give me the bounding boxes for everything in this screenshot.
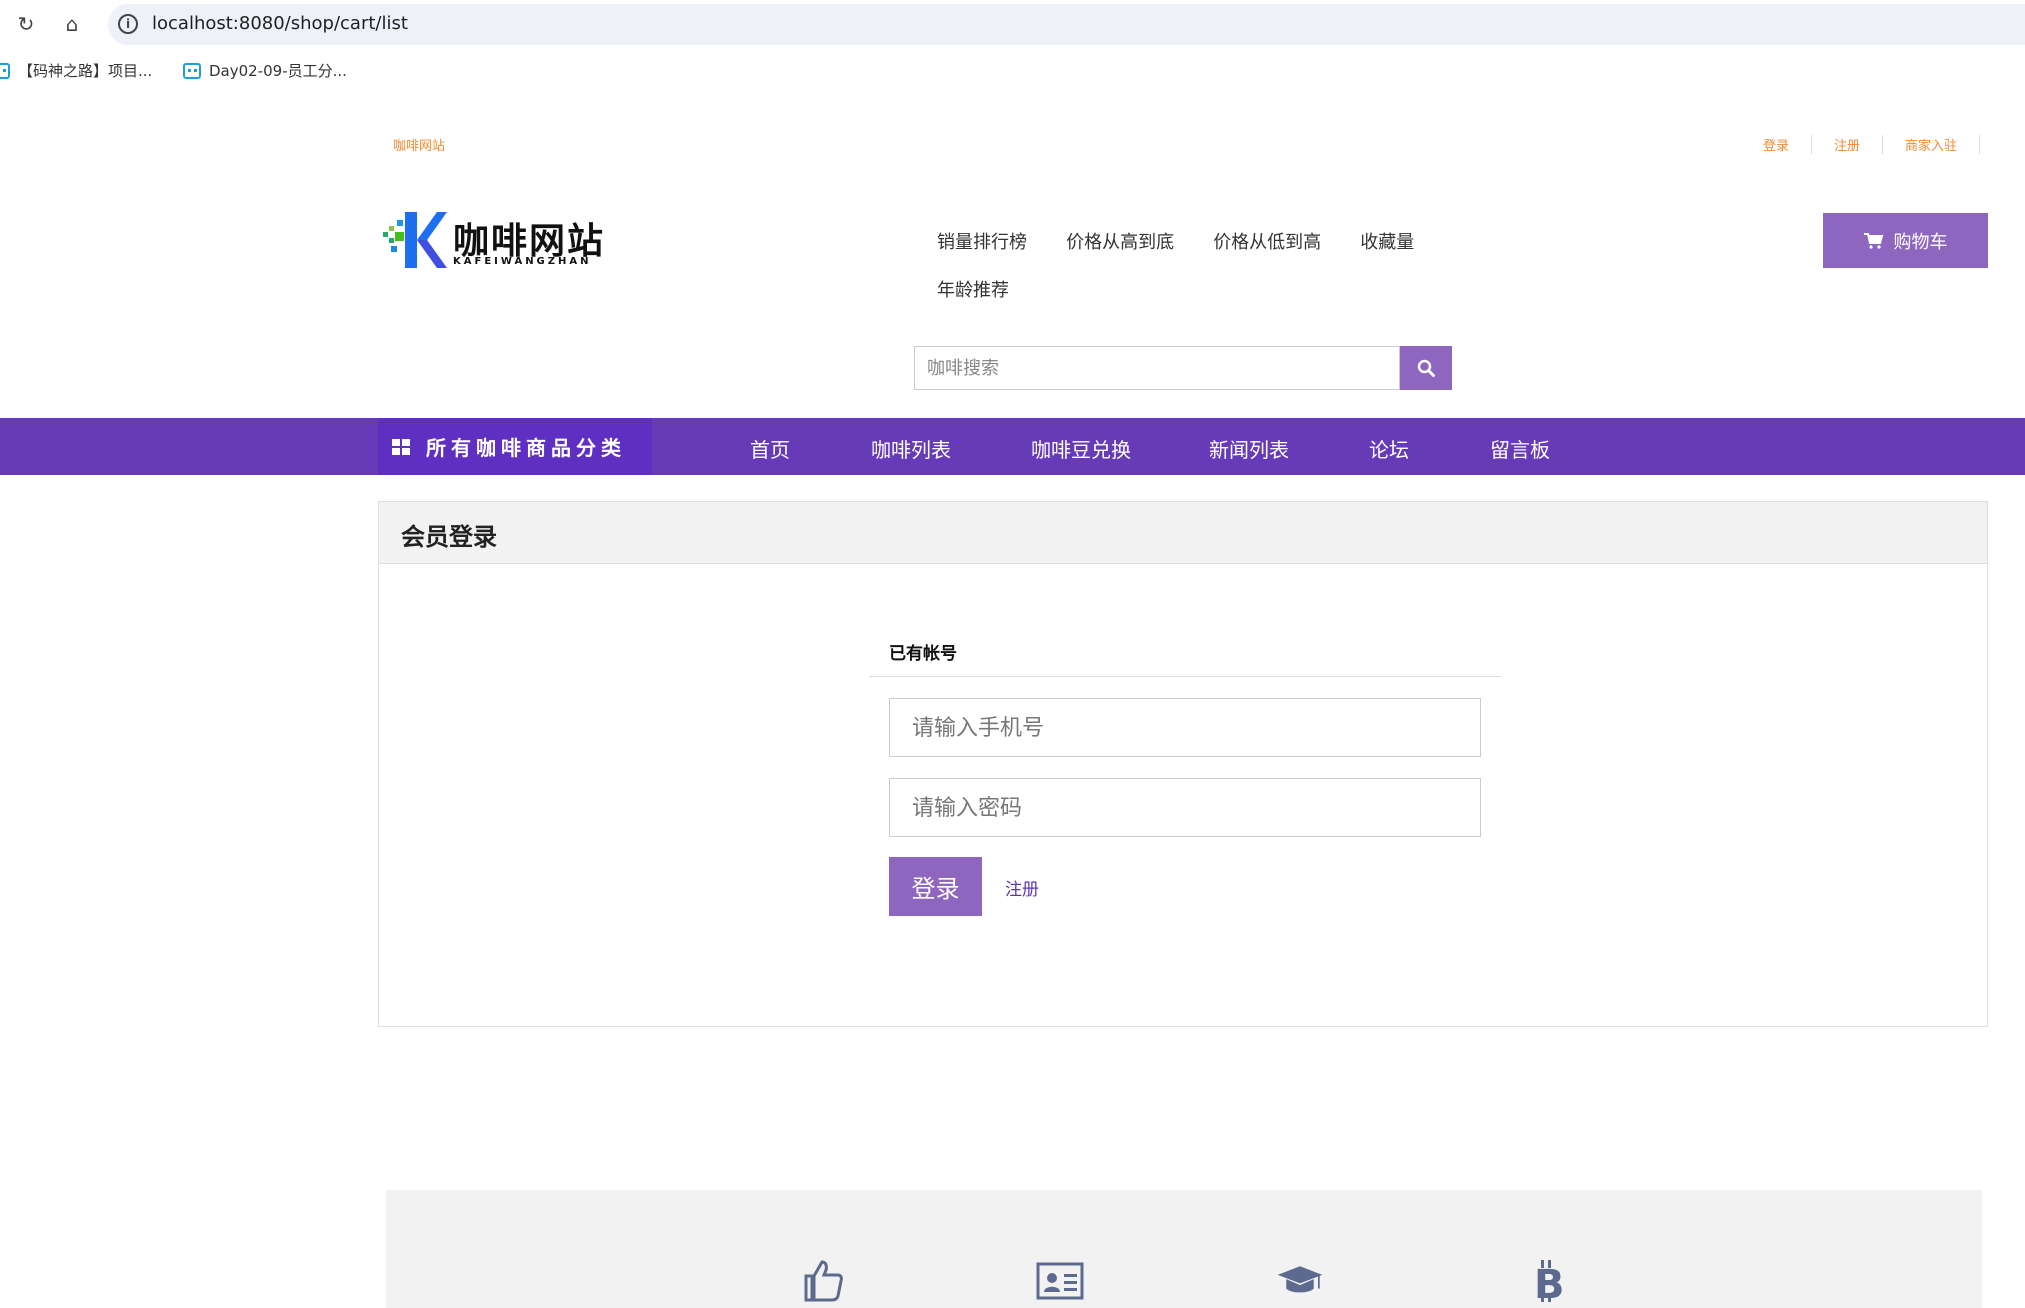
all-categories-button[interactable]: 所有咖啡商品分类	[378, 418, 652, 475]
main-nav: 所有咖啡商品分类 首页 咖啡列表 咖啡豆兑换 新闻列表 论坛 留言板	[0, 418, 2025, 475]
sort-price-asc[interactable]: 价格从低到高	[1213, 228, 1321, 254]
top-register-link[interactable]: 注册	[1812, 135, 1883, 154]
bookmark-label: Day02-09-员工分...	[209, 62, 347, 80]
search-box	[914, 346, 1452, 390]
cart-label: 购物车	[1893, 231, 1948, 253]
top-login-link[interactable]: 登录	[1741, 135, 1812, 154]
cart-button[interactable]: 购物车	[1823, 213, 1988, 268]
search-icon	[1417, 359, 1435, 377]
address-bar[interactable]: i localhost:8080/shop/cart/list	[108, 4, 2025, 45]
reload-icon[interactable]: ↻	[12, 10, 40, 38]
login-subheading: 已有帐号	[889, 644, 957, 664]
register-link[interactable]: 注册	[1005, 875, 1039, 900]
footer: B	[386, 1190, 1982, 1308]
bookmarks-bar: 【码神之路】项目... Day02-09-员工分...	[0, 56, 2025, 88]
panel-heading: 会员登录	[379, 502, 1987, 564]
logo-subtitle: KAFEIWANGZHAN	[453, 256, 592, 267]
nav-home[interactable]: 首页	[750, 434, 790, 463]
nav-message-board[interactable]: 留言板	[1490, 434, 1550, 463]
top-links: 登录 注册 商家入驻	[1741, 135, 1980, 154]
sort-by-sales[interactable]: 销量排行榜	[937, 228, 1027, 254]
login-button[interactable]: 登录	[889, 857, 982, 916]
search-button[interactable]	[1400, 346, 1452, 390]
login-panel: 会员登录 已有帐号 登录 注册	[378, 501, 1988, 1027]
sort-by-age[interactable]: 年龄推荐	[937, 276, 1009, 302]
bilibili-icon	[0, 62, 10, 79]
bitcoin-icon: B	[1534, 1260, 1565, 1302]
cart-icon	[1863, 232, 1883, 249]
id-card-icon	[1036, 1262, 1084, 1300]
bookmark-item[interactable]: 【码神之路】项目...	[0, 60, 152, 81]
sort-by-favorites[interactable]: 收藏量	[1360, 228, 1414, 254]
info-icon[interactable]: i	[118, 14, 138, 34]
divider	[869, 676, 1501, 677]
bookmark-item[interactable]: Day02-09-员工分...	[183, 60, 347, 81]
site-logo[interactable]: 咖啡网站 KAFEIWANGZHAN	[383, 210, 613, 272]
browser-toolbar: ↻ ⌂ i localhost:8080/shop/cart/list	[0, 0, 2025, 48]
url-text[interactable]: localhost:8080/shop/cart/list	[152, 13, 408, 34]
top-site-name[interactable]: 咖啡网站	[393, 135, 445, 154]
grid-icon	[392, 438, 410, 455]
top-merchant-link[interactable]: 商家入驻	[1883, 135, 1980, 154]
nav-coffee-list[interactable]: 咖啡列表	[871, 434, 951, 463]
nav-bean-exchange[interactable]: 咖啡豆兑换	[1031, 434, 1131, 463]
category-label: 所有咖啡商品分类	[426, 436, 626, 460]
thumbs-up-icon	[804, 1260, 843, 1302]
logo-mark-icon	[383, 212, 447, 268]
bookmark-label: 【码神之路】项目...	[18, 62, 153, 80]
nav-news-list[interactable]: 新闻列表	[1209, 434, 1289, 463]
nav-forum[interactable]: 论坛	[1369, 434, 1409, 463]
bilibili-icon	[183, 62, 201, 79]
home-icon[interactable]: ⌂	[58, 10, 86, 38]
graduation-cap-icon	[1277, 1266, 1323, 1293]
password-field[interactable]	[889, 778, 1481, 837]
phone-field[interactable]	[889, 698, 1481, 757]
sort-price-desc[interactable]: 价格从高到底	[1066, 228, 1174, 254]
sort-nav: 销量排行榜 价格从高到底 价格从低到高 收藏量 年龄推荐	[920, 228, 1440, 324]
search-input[interactable]	[914, 346, 1400, 390]
